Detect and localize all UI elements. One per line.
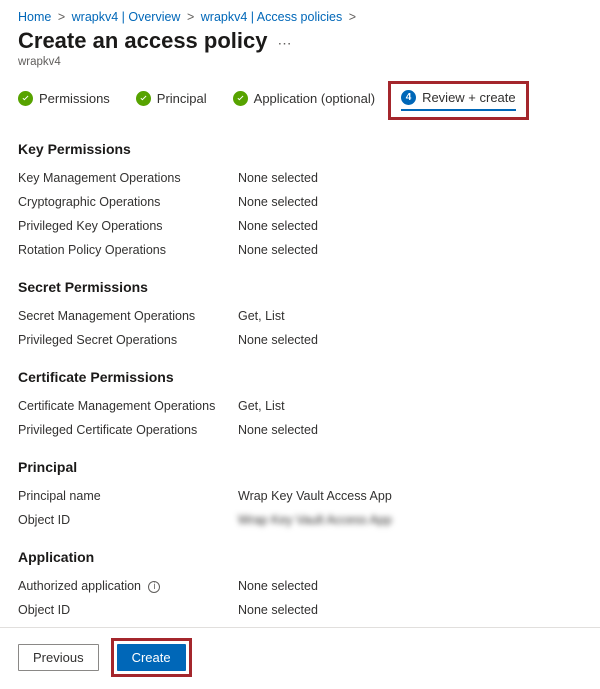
row-value: Get, List [238, 309, 285, 323]
tab-principal[interactable]: Principal [136, 91, 207, 110]
row-label: Object ID [18, 603, 238, 617]
row-label: Object ID [18, 513, 238, 527]
section-application: Application Authorized application i Non… [18, 549, 582, 617]
row-value: None selected [238, 219, 318, 233]
section-heading: Application [18, 549, 582, 565]
summary-row: Authorized application i None selected [18, 579, 582, 593]
section-heading: Certificate Permissions [18, 369, 582, 385]
footer-actions: Previous Create [18, 628, 582, 689]
button-highlight: Create [111, 638, 192, 677]
row-value: None selected [238, 333, 318, 347]
summary-row: Rotation Policy Operations None selected [18, 243, 582, 257]
tab-highlight: 4 Review + create [388, 81, 529, 120]
tab-label: Principal [157, 91, 207, 106]
row-label: Secret Management Operations [18, 309, 238, 323]
row-value: None selected [238, 603, 318, 617]
row-value: None selected [238, 423, 318, 437]
chevron-right-icon: > [187, 10, 194, 24]
row-value: None selected [238, 171, 318, 185]
section-principal: Principal Principal name Wrap Key Vault … [18, 459, 582, 527]
tab-label: Permissions [39, 91, 110, 106]
row-label: Certificate Management Operations [18, 399, 238, 413]
create-button[interactable]: Create [117, 644, 186, 671]
summary-row: Privileged Key Operations None selected [18, 219, 582, 233]
page-title: Create an access policy [18, 28, 267, 54]
section-heading: Secret Permissions [18, 279, 582, 295]
summary-row: Principal name Wrap Key Vault Access App [18, 489, 582, 503]
check-icon [233, 91, 248, 106]
row-value: None selected [238, 243, 318, 257]
breadcrumb-access-policies[interactable]: wrapkv4 | Access policies [201, 10, 343, 24]
summary-row: Secret Management Operations Get, List [18, 309, 582, 323]
row-label: Privileged Certificate Operations [18, 423, 238, 437]
more-actions-button[interactable]: ⋯ [277, 35, 292, 52]
tab-label: Review + create [422, 90, 516, 105]
row-label: Privileged Secret Operations [18, 333, 238, 347]
breadcrumb: Home > wrapkv4 | Overview > wrapkv4 | Ac… [18, 10, 582, 24]
row-label: Principal name [18, 489, 238, 503]
row-value-blurred: Wrap Key Vault Access App [238, 513, 392, 527]
tab-review-create[interactable]: 4 Review + create [401, 90, 516, 111]
info-icon[interactable]: i [148, 581, 160, 593]
section-secret-permissions: Secret Permissions Secret Management Ope… [18, 279, 582, 347]
chevron-right-icon: > [349, 10, 356, 24]
summary-row: Privileged Secret Operations None select… [18, 333, 582, 347]
section-key-permissions: Key Permissions Key Management Operation… [18, 141, 582, 257]
row-value: None selected [238, 579, 318, 593]
tab-permissions[interactable]: Permissions [18, 91, 110, 110]
tab-label: Application (optional) [254, 91, 375, 106]
check-icon [18, 91, 33, 106]
previous-button[interactable]: Previous [18, 644, 99, 671]
wizard-tabs: Permissions Principal Application (optio… [18, 90, 582, 111]
row-label: Authorized application i [18, 579, 238, 593]
row-label: Key Management Operations [18, 171, 238, 185]
row-value: Wrap Key Vault Access App [238, 489, 392, 503]
tab-application[interactable]: Application (optional) [233, 91, 375, 110]
row-value: Get, List [238, 399, 285, 413]
section-heading: Principal [18, 459, 582, 475]
summary-row: Privileged Certificate Operations None s… [18, 423, 582, 437]
section-certificate-permissions: Certificate Permissions Certificate Mana… [18, 369, 582, 437]
breadcrumb-home[interactable]: Home [18, 10, 51, 24]
summary-row: Object ID None selected [18, 603, 582, 617]
summary-row: Key Management Operations None selected [18, 171, 582, 185]
section-heading: Key Permissions [18, 141, 582, 157]
breadcrumb-overview[interactable]: wrapkv4 | Overview [72, 10, 181, 24]
page-subtitle: wrapkv4 [18, 56, 582, 68]
row-label: Rotation Policy Operations [18, 243, 238, 257]
step-number-icon: 4 [401, 90, 416, 105]
check-icon [136, 91, 151, 106]
row-label: Cryptographic Operations [18, 195, 238, 209]
summary-row: Cryptographic Operations None selected [18, 195, 582, 209]
summary-row: Object ID Wrap Key Vault Access App [18, 513, 582, 527]
summary-row: Certificate Management Operations Get, L… [18, 399, 582, 413]
row-label: Privileged Key Operations [18, 219, 238, 233]
row-value: None selected [238, 195, 318, 209]
chevron-right-icon: > [58, 10, 65, 24]
